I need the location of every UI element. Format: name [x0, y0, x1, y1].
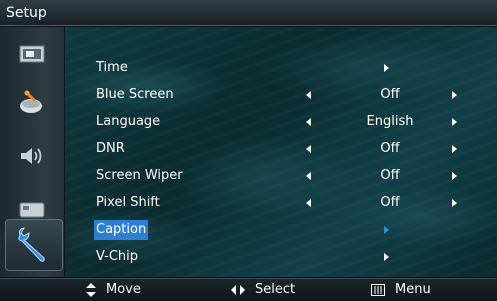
- left-arrow-icon[interactable]: [306, 172, 311, 180]
- left-arrow-icon[interactable]: [306, 145, 311, 153]
- select-label: Select: [255, 282, 296, 297]
- select-hint: Select: [231, 279, 295, 301]
- menu-item-caption[interactable]: Caption: [65, 218, 497, 242]
- menu-item-language[interactable]: Language English: [65, 110, 497, 134]
- menu-item-label: Screen Wiper: [96, 168, 183, 183]
- menu-button-icon: [371, 284, 385, 296]
- menu-item-label: DNR: [96, 141, 125, 156]
- up-down-arrow-icon: [86, 283, 96, 297]
- option-value: Off: [380, 141, 400, 156]
- category-sidebar: [0, 27, 65, 277]
- menu-label: Menu: [395, 282, 431, 297]
- menu-item-v-chip[interactable]: V-Chip: [65, 245, 497, 269]
- button-hint-bar: Move Select Menu: [0, 278, 497, 301]
- menu-hint: Menu: [371, 279, 431, 301]
- option-value: Off: [380, 168, 400, 183]
- window-title: Setup: [0, 0, 497, 26]
- setup-menu-panel: Time Blue Screen Off Language English DN…: [65, 27, 497, 277]
- enter-arrow-icon[interactable]: [384, 64, 389, 72]
- option-value: Off: [380, 87, 400, 102]
- menu-item-time[interactable]: Time: [65, 56, 497, 80]
- menu-item-label: Language: [96, 114, 161, 129]
- menu-item-dnr[interactable]: DNR Off: [65, 137, 497, 161]
- picture-icon[interactable]: [12, 39, 52, 69]
- menu-item-label: Time: [96, 60, 128, 75]
- menu-item-pixel-shift[interactable]: Pixel Shift Off: [65, 191, 497, 215]
- right-arrow-icon[interactable]: [452, 145, 457, 153]
- enter-arrow-icon[interactable]: [384, 253, 389, 261]
- move-hint: Move: [86, 279, 141, 301]
- menu-item-blue-screen[interactable]: Blue Screen Off: [65, 83, 497, 107]
- sound-dish-icon[interactable]: [12, 87, 52, 117]
- speaker-icon[interactable]: [12, 141, 52, 171]
- option-value: English: [366, 114, 414, 129]
- right-arrow-icon[interactable]: [452, 172, 457, 180]
- left-right-arrow-icon: [231, 285, 245, 295]
- menu-item-label: Blue Screen: [96, 87, 174, 102]
- enter-arrow-icon[interactable]: [384, 226, 389, 234]
- left-arrow-icon[interactable]: [306, 91, 311, 99]
- menu-item-label: Caption: [94, 220, 149, 240]
- left-arrow-icon[interactable]: [306, 118, 311, 126]
- right-arrow-icon[interactable]: [452, 118, 457, 126]
- move-label: Move: [106, 282, 141, 297]
- menu-item-label: V-Chip: [96, 249, 139, 264]
- right-arrow-icon[interactable]: [452, 199, 457, 207]
- right-arrow-icon[interactable]: [452, 91, 457, 99]
- menu-item-label: Pixel Shift: [96, 195, 160, 210]
- menu-item-screen-wiper[interactable]: Screen Wiper Off: [65, 164, 497, 188]
- left-arrow-icon[interactable]: [306, 199, 311, 207]
- option-value: Off: [380, 195, 400, 210]
- wrench-icon[interactable]: [5, 219, 63, 271]
